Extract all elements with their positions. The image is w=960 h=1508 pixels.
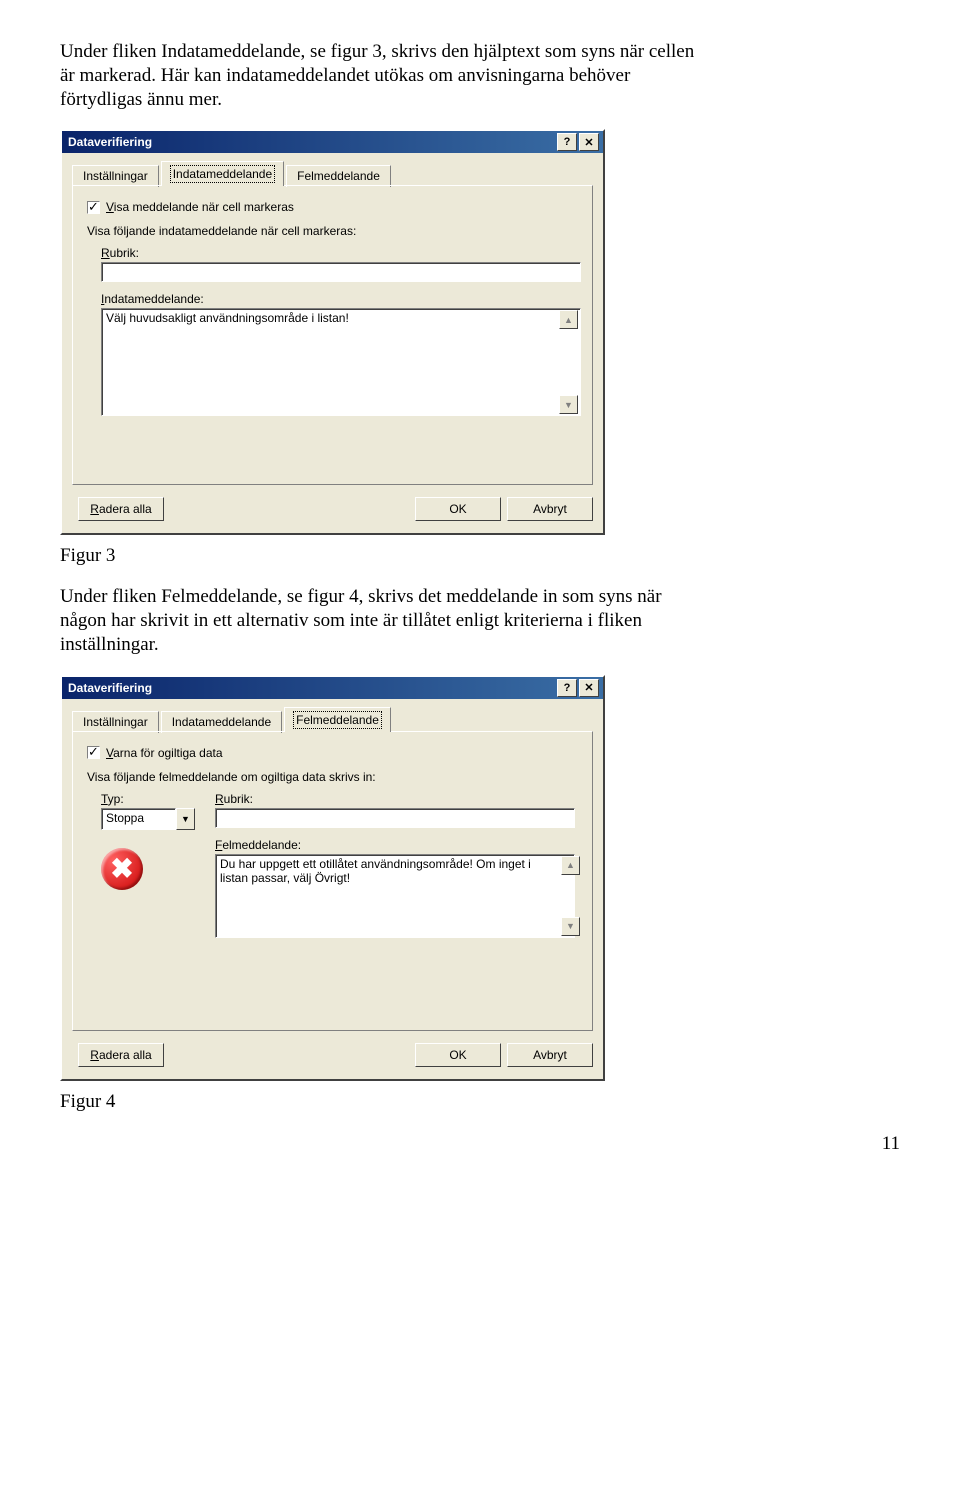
tab-panel: Varna för ogiltiga data Visa följande fe… [72, 731, 593, 1031]
dialog-data-validation-2: Dataverifiering ? ✕ Inställningar Indata… [60, 675, 605, 1081]
titlebar[interactable]: Dataverifiering ? ✕ [62, 677, 603, 699]
textarea-scrollbar[interactable]: ▲ ▼ [559, 310, 576, 414]
show-message-checkbox-row[interactable]: Visa meddelande när cell markeras [87, 200, 578, 214]
felmeddelande-label: Felmeddelande: [215, 838, 578, 852]
close-button[interactable]: ✕ [579, 679, 599, 697]
intro-paragraph-2: Under fliken Felmeddelande, se figur 4, … [60, 585, 700, 656]
tab-error-message[interactable]: Felmeddelande [284, 707, 391, 732]
scroll-up-icon[interactable]: ▲ [559, 310, 578, 329]
ok-button[interactable]: OK [415, 1043, 501, 1067]
rubrik-input[interactable] [101, 262, 581, 282]
show-message-checkbox[interactable] [87, 201, 100, 214]
help-button[interactable]: ? [557, 133, 577, 151]
figure-4-caption: Figur 4 [60, 1091, 900, 1113]
intro-paragraph-1: Under fliken Indatameddelande, se figur … [60, 40, 700, 111]
scroll-down-icon[interactable]: ▼ [559, 395, 578, 414]
cancel-button[interactable]: Avbryt [507, 1043, 593, 1067]
rubrik-label: Rubrik: [101, 246, 578, 260]
subheading: Visa följande felmeddelande om ogiltiga … [87, 770, 578, 784]
rubrik-label: Rubrik: [215, 792, 578, 806]
chevron-down-icon[interactable]: ▼ [176, 808, 195, 830]
dialog-button-row: Radera alla OK Avbryt [62, 1031, 603, 1067]
dialog-title: Dataverifiering [68, 681, 555, 695]
warn-invalid-label: Varna för ogiltiga data [106, 746, 223, 760]
warn-invalid-checkbox[interactable] [87, 746, 100, 759]
typ-value[interactable]: Stoppa [101, 808, 176, 830]
show-message-label: Visa meddelande när cell markeras [106, 200, 294, 214]
indatameddelande-label: Indatameddelande: [101, 292, 578, 306]
subheading: Visa följande indatameddelande när cell … [87, 224, 578, 238]
rubrik-input[interactable] [215, 808, 575, 828]
figure-3-caption: Figur 3 [60, 545, 900, 567]
tab-settings[interactable]: Inställningar [72, 711, 159, 733]
dialog-button-row: Radera alla OK Avbryt [62, 485, 603, 521]
typ-combobox[interactable]: Stoppa ▼ [101, 808, 195, 830]
tab-strip: Inställningar Indatameddelande Felmeddel… [62, 699, 603, 731]
page-number: 11 [60, 1133, 900, 1155]
clear-all-button[interactable]: Radera alla [78, 497, 164, 521]
scroll-down-icon[interactable]: ▼ [561, 917, 580, 936]
felmeddelande-textarea[interactable]: Du har uppgett ett otillåtet användnings… [215, 854, 575, 938]
tab-settings[interactable]: Inställningar [72, 165, 159, 187]
help-button[interactable]: ? [557, 679, 577, 697]
textarea-scrollbar[interactable]: ▲ ▼ [561, 856, 578, 936]
tab-input-message[interactable]: Indatameddelande [161, 711, 282, 733]
typ-label: Typ: [101, 792, 201, 806]
tab-strip: Inställningar Indatameddelande Felmeddel… [62, 153, 603, 185]
cancel-button[interactable]: Avbryt [507, 497, 593, 521]
warn-invalid-checkbox-row[interactable]: Varna för ogiltiga data [87, 746, 578, 760]
ok-button[interactable]: OK [415, 497, 501, 521]
close-button[interactable]: ✕ [579, 133, 599, 151]
titlebar[interactable]: Dataverifiering ? ✕ [62, 131, 603, 153]
clear-all-button[interactable]: Radera alla [78, 1043, 164, 1067]
indatameddelande-textarea[interactable]: Välj huvudsakligt användningsområde i li… [101, 308, 581, 416]
tab-error-message[interactable]: Felmeddelande [286, 165, 391, 187]
dialog-data-validation-1: Dataverifiering ? ✕ Inställningar Indata… [60, 129, 605, 535]
error-icon: ✖ [101, 848, 143, 890]
scroll-up-icon[interactable]: ▲ [561, 856, 580, 875]
dialog-title: Dataverifiering [68, 135, 555, 149]
tab-input-message[interactable]: Indatameddelande [161, 161, 284, 186]
tab-panel: Visa meddelande när cell markeras Visa f… [72, 185, 593, 485]
